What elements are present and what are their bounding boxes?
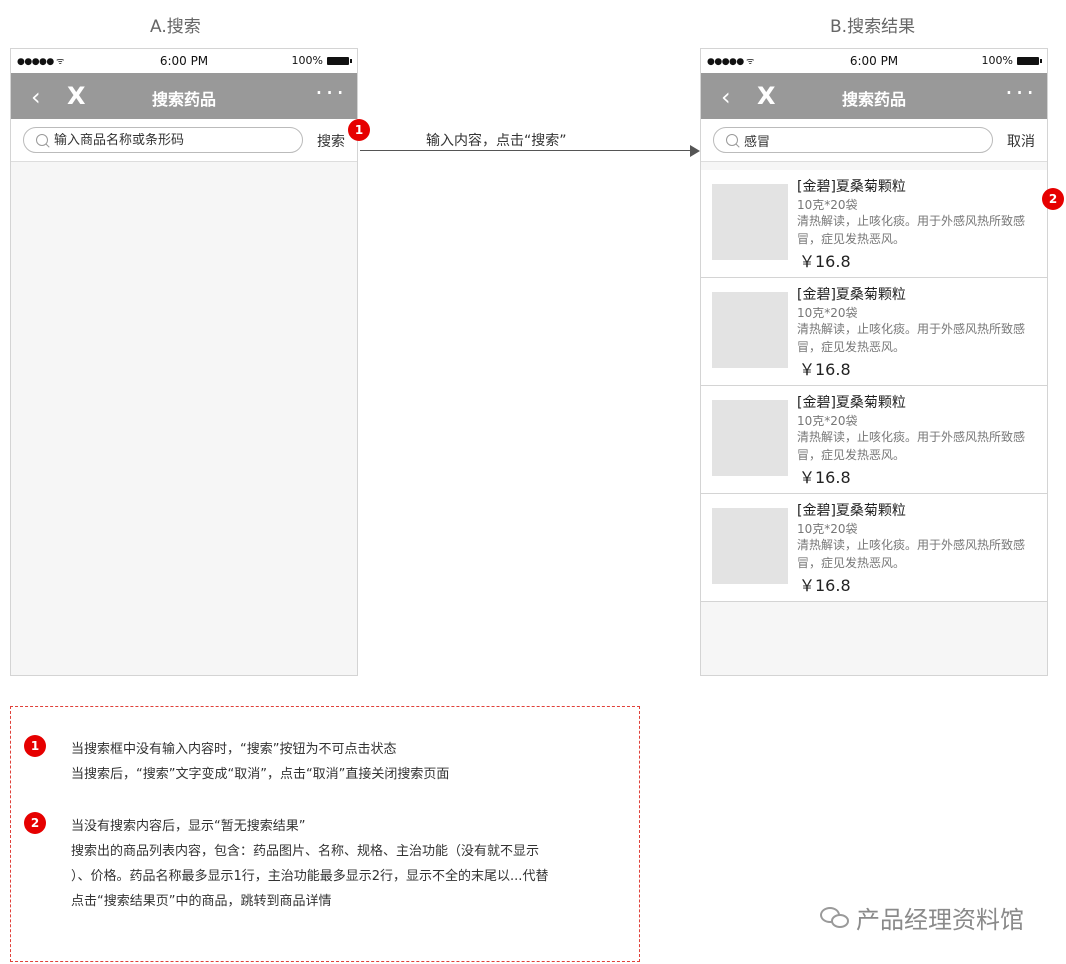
panel-a-title: A.搜索: [150, 17, 201, 37]
product-image: [712, 508, 788, 584]
result-item[interactable]: [金碧]夏桑菊颗粒 10克*20袋 清热解读，止咳化痰。用于外感风热所致感冒，症…: [701, 170, 1047, 278]
more-icon[interactable]: ···: [315, 79, 347, 107]
search-input[interactable]: [54, 132, 274, 148]
product-spec: 10克*20袋: [797, 522, 858, 536]
product-price: ￥16.8: [799, 468, 851, 487]
result-item[interactable]: [金碧]夏桑菊颗粒 10克*20袋 清热解读，止咳化痰。用于外感风热所致感冒，症…: [701, 278, 1047, 386]
list-gap: [701, 162, 1047, 170]
status-bar: ●●●●● ᯤ 6:00 PM 100%: [11, 49, 357, 73]
note-text: 当搜索框中没有输入内容时，“搜索”按钮为不可点击状态: [71, 742, 397, 757]
result-item[interactable]: [金碧]夏桑菊颗粒 10克*20袋 清热解读，止咳化痰。用于外感风热所致感冒，症…: [701, 386, 1047, 494]
product-spec: 10克*20袋: [797, 414, 858, 428]
phone-search: ●●●●● ᯤ 6:00 PM 100% ‹ X 搜索药品 ··· 搜索: [10, 48, 358, 676]
search-bar: 取消: [701, 119, 1047, 162]
page-title: 搜索药品: [841, 90, 906, 109]
search-box[interactable]: [23, 127, 303, 153]
search-bar: 搜索: [11, 119, 357, 162]
note-text: 当搜索后，“搜索”文字变成“取消”，点击“取消”直接关闭搜索页面: [71, 767, 450, 782]
note-text: 点击“搜索结果页”中的商品，跳转到商品详情: [71, 894, 332, 909]
product-name: [金碧]夏桑菊颗粒: [797, 287, 906, 303]
watermark: 产品经理资料馆: [820, 900, 1024, 935]
battery-icon: [327, 56, 352, 65]
product-price: ￥16.8: [799, 360, 851, 379]
phone-results: ●●●●● ᯤ 6:00 PM 100% ‹ X 搜索药品 ··· 取消 [金碧…: [700, 48, 1048, 676]
navbar: ‹ X 搜索药品 ···: [701, 73, 1047, 119]
annotation-badge-1: 1: [348, 119, 370, 141]
note-badge-2: 2: [24, 812, 46, 834]
more-icon[interactable]: ···: [1005, 79, 1037, 107]
product-desc: 清热解读，止咳化痰。用于外感风热所致感冒，症见发热恶风。: [797, 214, 1026, 246]
product-image: [712, 184, 788, 260]
search-box[interactable]: [713, 127, 993, 153]
wechat-icon: [820, 906, 850, 929]
battery-indicator: 100%: [291, 54, 352, 67]
battery-percent: 100%: [981, 54, 1013, 67]
status-bar: ●●●●● ᯤ 6:00 PM 100%: [701, 49, 1047, 73]
note-text: ）、价格。药品名称最多显示1行，主治功能最多显示2行，显示不全的末尾以...代替: [71, 869, 549, 884]
result-item[interactable]: [金碧]夏桑菊颗粒 10克*20袋 清热解读，止咳化痰。用于外感风热所致感冒，症…: [701, 494, 1047, 602]
battery-percent: 100%: [291, 54, 323, 67]
note-badge-1: 1: [24, 735, 46, 757]
panel-b-title: B.搜索结果: [830, 17, 916, 37]
battery-icon: [1017, 56, 1042, 65]
note-text: 搜索出的商品列表内容，包含：药品图片、名称、规格、主治功能（没有就不显示: [71, 844, 540, 859]
cancel-button[interactable]: 取消: [1007, 131, 1035, 151]
search-icon: [36, 134, 48, 146]
note-text: 当没有搜索内容后，显示“暂无搜索结果”: [71, 819, 306, 834]
navbar: ‹ X 搜索药品 ···: [11, 73, 357, 119]
product-desc: 清热解读，止咳化痰。用于外感风热所致感冒，症见发热恶风。: [797, 538, 1026, 570]
flow-arrow-head-icon: [690, 145, 700, 157]
product-name: [金碧]夏桑菊颗粒: [797, 395, 906, 411]
product-name: [金碧]夏桑菊颗粒: [797, 503, 906, 519]
watermark-text: 产品经理资料馆: [856, 906, 1024, 934]
search-icon: [726, 134, 738, 146]
product-desc: 清热解读，止咳化痰。用于外感风热所致感冒，症见发热恶风。: [797, 430, 1026, 462]
page-title: 搜索药品: [151, 90, 216, 109]
product-desc: 清热解读，止咳化痰。用于外感风热所致感冒，症见发热恶风。: [797, 322, 1026, 354]
flow-arrow-label: 输入内容，点击“搜索”: [426, 133, 567, 149]
product-image: [712, 292, 788, 368]
search-button[interactable]: 搜索: [317, 131, 345, 151]
product-image: [712, 400, 788, 476]
product-price: ￥16.8: [799, 252, 851, 271]
product-name: [金碧]夏桑菊颗粒: [797, 179, 906, 195]
annotation-badge-2: 2: [1042, 188, 1064, 210]
battery-indicator: 100%: [981, 54, 1042, 67]
notes-box: 1 当搜索框中没有输入内容时，“搜索”按钮为不可点击状态 当搜索后，“搜索”文字…: [10, 706, 640, 962]
product-spec: 10克*20袋: [797, 306, 858, 320]
product-price: ￥16.8: [799, 576, 851, 595]
search-input[interactable]: [744, 132, 964, 148]
flow-arrow-line: [360, 150, 690, 151]
product-spec: 10克*20袋: [797, 198, 858, 212]
